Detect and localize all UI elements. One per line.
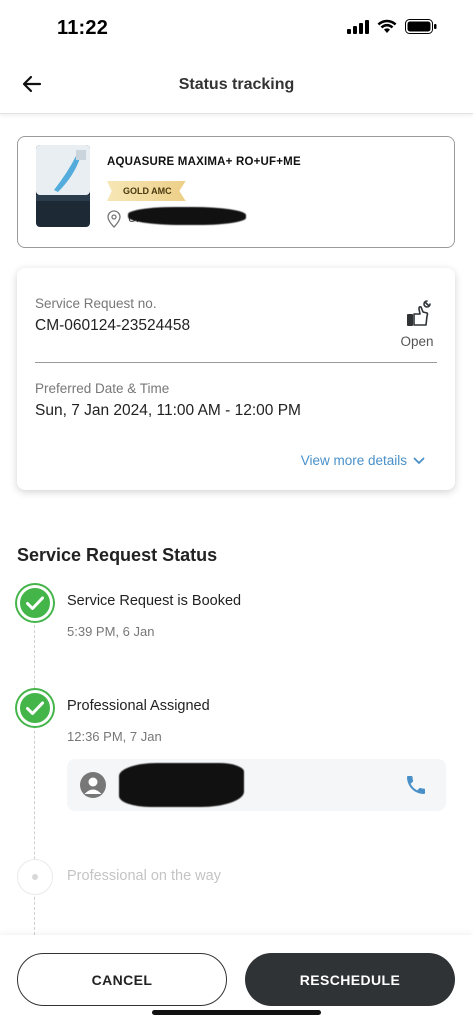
redaction-scribble [119, 763, 244, 807]
status-bar: 11:22 [0, 0, 473, 56]
step-1-check-icon [17, 585, 53, 621]
cellular-signal-icon [347, 19, 369, 34]
request-number: CM-060124-23524458 [35, 317, 191, 334]
section-title: Service Request Status [17, 545, 218, 565]
chevron-down-icon [413, 457, 425, 464]
wifi-icon [377, 19, 397, 33]
status-icons [347, 19, 437, 34]
status-label: Open [400, 334, 434, 349]
view-more-label: View more details [300, 453, 407, 468]
cancel-button[interactable]: CANCEL [17, 953, 227, 1006]
water-purifier-image [36, 145, 90, 227]
home-indicator [152, 1010, 321, 1015]
step-2-check-icon [17, 690, 53, 726]
step-3-pending-icon [17, 859, 53, 895]
app-header: Status tracking [0, 56, 473, 114]
status-time: 11:22 [57, 17, 109, 39]
request-number-label: Service Request no. [35, 296, 157, 311]
reschedule-button[interactable]: RESCHEDULE [245, 953, 455, 1006]
view-more-details-link[interactable]: View more details [301, 453, 425, 468]
repair-hand-icon [407, 300, 431, 326]
divider [35, 362, 437, 363]
location-pin-icon [107, 210, 121, 228]
battery-icon [405, 19, 437, 34]
product-name: AQUASURE MAXIMA+ RO+UF+ME [107, 156, 301, 168]
preferred-date-value: Sun, 7 Jan 2024, 11:00 AM - 12:00 PM [35, 402, 301, 419]
product-card[interactable]: AQUASURE MAXIMA+ RO+UF+ME GOLD AMC UNNAO… [17, 136, 455, 248]
preferred-date-label: Preferred Date & Time [35, 381, 170, 396]
step-1-time: 5:39 PM, 6 Jan [67, 624, 155, 639]
page-title: Status tracking [178, 76, 295, 93]
professional-card [67, 759, 446, 811]
status-open: Open [397, 300, 437, 349]
step-3-title: Professional on the way [67, 868, 221, 884]
redaction-scribble [128, 207, 246, 225]
step-2-title: Professional Assigned [67, 698, 210, 714]
step-1-title: Service Request is Booked [67, 593, 242, 609]
service-request-card: Service Request no. CM-060124-23524458 O… [17, 268, 455, 490]
amc-badge: GOLD AMC [107, 181, 186, 201]
step-2-time: 12:36 PM, 7 Jan [67, 729, 162, 744]
avatar [80, 772, 106, 798]
phone-icon[interactable] [404, 773, 428, 797]
